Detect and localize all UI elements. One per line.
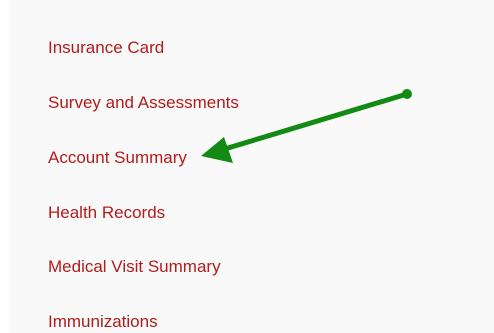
menu-item-medical-visit-summary[interactable]: Medical Visit Summary: [48, 257, 221, 277]
menu-item-survey-and-assessments[interactable]: Survey and Assessments: [48, 93, 239, 113]
menu-item-health-records[interactable]: Health Records: [48, 203, 165, 223]
menu-item-immunizations[interactable]: Immunizations: [48, 312, 158, 332]
menu-item-insurance-card[interactable]: Insurance Card: [48, 38, 164, 58]
menu-item-account-summary[interactable]: Account Summary: [48, 148, 187, 168]
